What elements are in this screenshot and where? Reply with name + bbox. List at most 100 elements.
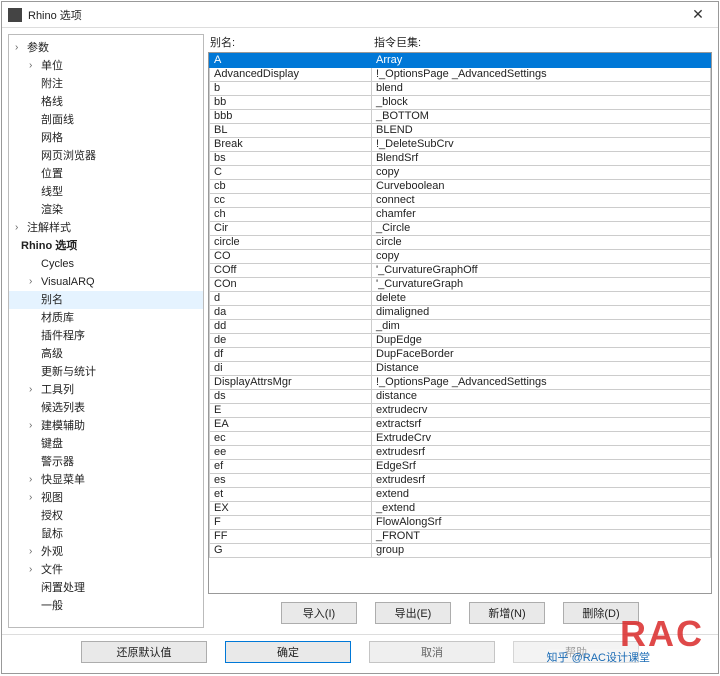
table-row[interactable]: FFlowAlongSrf <box>210 516 711 530</box>
macro-cell[interactable]: !_OptionsPage _AdvancedSettings <box>372 376 711 390</box>
table-row[interactable]: EAextractsrf <box>210 418 711 432</box>
macro-cell[interactable]: !_DeleteSubCrv <box>372 138 711 152</box>
alias-cell[interactable]: C <box>210 166 372 180</box>
alias-cell[interactable]: ee <box>210 446 372 460</box>
tree-item[interactable]: 位置 <box>9 165 203 183</box>
macro-cell[interactable]: '_CurvatureGraph <box>372 278 711 292</box>
macro-cell[interactable]: copy <box>372 166 711 180</box>
table-row[interactable]: bbb_BOTTOM <box>210 110 711 124</box>
alias-cell[interactable]: circle <box>210 236 372 250</box>
alias-table-scroll[interactable]: AArrayAdvancedDisplay!_OptionsPage _Adva… <box>209 53 711 593</box>
alias-cell[interactable]: cc <box>210 194 372 208</box>
tree-item[interactable]: 授权 <box>9 507 203 525</box>
table-row[interactable]: esextrudesrf <box>210 474 711 488</box>
macro-cell[interactable]: blend <box>372 82 711 96</box>
tree-item[interactable]: 剖面线 <box>9 111 203 129</box>
macro-cell[interactable]: extractsrf <box>372 418 711 432</box>
alias-cell[interactable]: ch <box>210 208 372 222</box>
table-row[interactable]: Ccopy <box>210 166 711 180</box>
table-row[interactable]: EX_extend <box>210 502 711 516</box>
alias-cell[interactable]: df <box>210 348 372 362</box>
macro-cell[interactable]: connect <box>372 194 711 208</box>
macro-cell[interactable]: Distance <box>372 362 711 376</box>
table-row[interactable]: efEdgeSrf <box>210 460 711 474</box>
cancel-button[interactable]: 取消 <box>369 641 495 663</box>
table-row[interactable]: FF_FRONT <box>210 530 711 544</box>
table-row[interactable]: Break!_DeleteSubCrv <box>210 138 711 152</box>
alias-cell[interactable]: DisplayAttrsMgr <box>210 376 372 390</box>
alias-cell[interactable]: COn <box>210 278 372 292</box>
tree-item[interactable]: 附注 <box>9 75 203 93</box>
alias-cell[interactable]: CO <box>210 250 372 264</box>
alias-cell[interactable]: BL <box>210 124 372 138</box>
table-row[interactable]: circlecircle <box>210 236 711 250</box>
alias-cell[interactable]: ds <box>210 390 372 404</box>
tree-item[interactable]: 候选列表 <box>9 399 203 417</box>
macro-cell[interactable]: _FRONT <box>372 530 711 544</box>
macro-cell[interactable]: Curveboolean <box>372 180 711 194</box>
macro-cell[interactable]: Array <box>372 54 711 68</box>
table-row[interactable]: dsdistance <box>210 390 711 404</box>
ok-button[interactable]: 确定 <box>225 641 351 663</box>
alias-cell[interactable]: FF <box>210 530 372 544</box>
table-row[interactable]: dadimaligned <box>210 306 711 320</box>
tree-item[interactable]: 注解样式 <box>9 219 203 237</box>
import-button[interactable]: 导入(I) <box>281 602 357 624</box>
help-button[interactable]: 帮助 <box>513 641 639 663</box>
alias-cell[interactable]: et <box>210 488 372 502</box>
macro-cell[interactable]: delete <box>372 292 711 306</box>
alias-cell[interactable]: dd <box>210 320 372 334</box>
alias-cell[interactable]: Cir <box>210 222 372 236</box>
macro-cell[interactable]: FlowAlongSrf <box>372 516 711 530</box>
macro-cell[interactable]: !_OptionsPage _AdvancedSettings <box>372 68 711 82</box>
alias-cell[interactable]: bbb <box>210 110 372 124</box>
table-row[interactable]: deDupEdge <box>210 334 711 348</box>
alias-cell[interactable]: ef <box>210 460 372 474</box>
tree-item[interactable]: 键盘 <box>9 435 203 453</box>
table-row[interactable]: ddelete <box>210 292 711 306</box>
tree-item[interactable]: 闲置处理 <box>9 579 203 597</box>
restore-defaults-button[interactable]: 还原默认值 <box>81 641 207 663</box>
export-button[interactable]: 导出(E) <box>375 602 451 624</box>
table-row[interactable]: bsBlendSrf <box>210 152 711 166</box>
tree-item[interactable]: 视图 <box>9 489 203 507</box>
macro-cell[interactable]: DupEdge <box>372 334 711 348</box>
alias-cell[interactable]: COff <box>210 264 372 278</box>
tree-item[interactable]: Rhino 选项 <box>9 237 203 255</box>
table-row[interactable]: etextend <box>210 488 711 502</box>
table-row[interactable]: AdvancedDisplay!_OptionsPage _AdvancedSe… <box>210 68 711 82</box>
tree-item[interactable]: 工具列 <box>9 381 203 399</box>
table-row[interactable]: bb_block <box>210 96 711 110</box>
macro-cell[interactable]: _dim <box>372 320 711 334</box>
alias-cell[interactable]: E <box>210 404 372 418</box>
table-row[interactable]: diDistance <box>210 362 711 376</box>
macro-cell[interactable]: BLEND <box>372 124 711 138</box>
alias-cell[interactable]: da <box>210 306 372 320</box>
table-row[interactable]: COff'_CurvatureGraphOff <box>210 264 711 278</box>
tree-item[interactable]: VisualARQ <box>9 273 203 291</box>
tree-item[interactable]: 外观 <box>9 543 203 561</box>
macro-cell[interactable]: distance <box>372 390 711 404</box>
alias-cell[interactable]: EA <box>210 418 372 432</box>
table-row[interactable]: ecExtrudeCrv <box>210 432 711 446</box>
alias-cell[interactable]: AdvancedDisplay <box>210 68 372 82</box>
table-row[interactable]: BLBLEND <box>210 124 711 138</box>
table-row[interactable]: bblend <box>210 82 711 96</box>
delete-button[interactable]: 删除(D) <box>563 602 639 624</box>
alias-cell[interactable]: bs <box>210 152 372 166</box>
macro-cell[interactable]: '_CurvatureGraphOff <box>372 264 711 278</box>
tree-item[interactable]: 插件程序 <box>9 327 203 345</box>
alias-cell[interactable]: d <box>210 292 372 306</box>
macro-cell[interactable]: _block <box>372 96 711 110</box>
table-row[interactable]: COn'_CurvatureGraph <box>210 278 711 292</box>
macro-cell[interactable]: ExtrudeCrv <box>372 432 711 446</box>
tree-item[interactable]: 快显菜单 <box>9 471 203 489</box>
tree-item[interactable]: 警示器 <box>9 453 203 471</box>
table-row[interactable]: COcopy <box>210 250 711 264</box>
tree-item[interactable]: 一般 <box>9 597 203 615</box>
options-tree[interactable]: 参数单位附注格线剖面线网格网页浏览器位置线型渲染注解样式Rhino 选项Cycl… <box>8 34 204 628</box>
alias-cell[interactable]: di <box>210 362 372 376</box>
alias-cell[interactable]: F <box>210 516 372 530</box>
table-row[interactable]: Cir_Circle <box>210 222 711 236</box>
new-button[interactable]: 新增(N) <box>469 602 545 624</box>
